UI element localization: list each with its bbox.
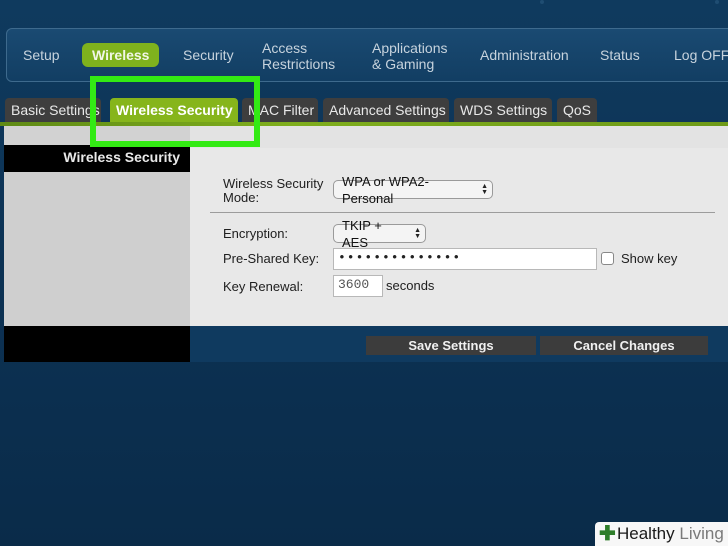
encryption-label: Encryption: (223, 226, 289, 241)
encryption-value: TKIP + AES (342, 217, 382, 250)
sidebar-title: Wireless Security (4, 145, 190, 172)
nav-wireless[interactable]: Wireless (82, 43, 160, 67)
plus-leaf-icon: ✚ (599, 523, 616, 545)
select-arrows-icon: ▲ ▼ (481, 182, 488, 196)
content-topbar (190, 126, 728, 148)
nav-setup[interactable]: Setup (23, 47, 60, 63)
key-renewal-unit: seconds (386, 278, 435, 293)
encryption-select[interactable]: TKIP + AES ▲ ▼ (333, 218, 426, 250)
security-mode-select[interactable]: WPA or WPA2-Personal ▲ ▼ (333, 174, 493, 206)
tab-wds-settings[interactable]: WDS Settings (454, 98, 552, 122)
tab-basic-settings[interactable]: Basic Settings (5, 98, 101, 122)
security-mode-label-line1: Wireless Security (223, 176, 324, 191)
select-arrows-icon: ▲ ▼ (414, 226, 421, 240)
show-key-label: Show key (621, 251, 678, 266)
key-renewal-input[interactable]: 3600 (333, 275, 383, 297)
sidebar-footer (4, 326, 190, 362)
key-renewal-label: Key Renewal: (223, 279, 304, 294)
save-settings-button[interactable]: Save Settings (366, 336, 536, 355)
tab-wireless-security[interactable]: Wireless Security (110, 98, 238, 122)
security-mode-value: WPA or WPA2-Personal (342, 173, 429, 206)
cancel-changes-button[interactable]: Cancel Changes (540, 336, 708, 355)
psk-input[interactable]: •••••••••••••• (333, 248, 597, 270)
tab-advanced-settings[interactable]: Advanced Settings (323, 98, 449, 122)
nav-administration[interactable]: Administration (480, 47, 569, 63)
psk-label: Pre-Shared Key: (223, 251, 320, 266)
top-dot (715, 0, 719, 4)
watermark-brand-2: Living (679, 524, 724, 543)
tab-mac-filter[interactable]: MAC Filter (242, 98, 318, 122)
nav-applications-gaming[interactable]: Applications & Gaming (372, 40, 462, 72)
nav-log-off[interactable]: Log OFF (674, 47, 728, 63)
security-mode-label-line2: Mode: (223, 190, 260, 205)
form-divider (210, 212, 715, 213)
nav-access-restrictions[interactable]: Access Restrictions (262, 40, 344, 72)
watermark: ✚ Healthy Living (595, 522, 728, 546)
sidebar-top (4, 126, 190, 145)
sidebar-body (4, 172, 190, 326)
watermark-brand-1: Healthy (617, 524, 675, 543)
nav-status[interactable]: Status (600, 47, 640, 63)
tab-qos[interactable]: QoS (557, 98, 597, 122)
top-strip (0, 0, 728, 20)
nav-security[interactable]: Security (183, 47, 234, 63)
top-dot (540, 0, 544, 4)
show-key-checkbox[interactable] (601, 252, 614, 265)
